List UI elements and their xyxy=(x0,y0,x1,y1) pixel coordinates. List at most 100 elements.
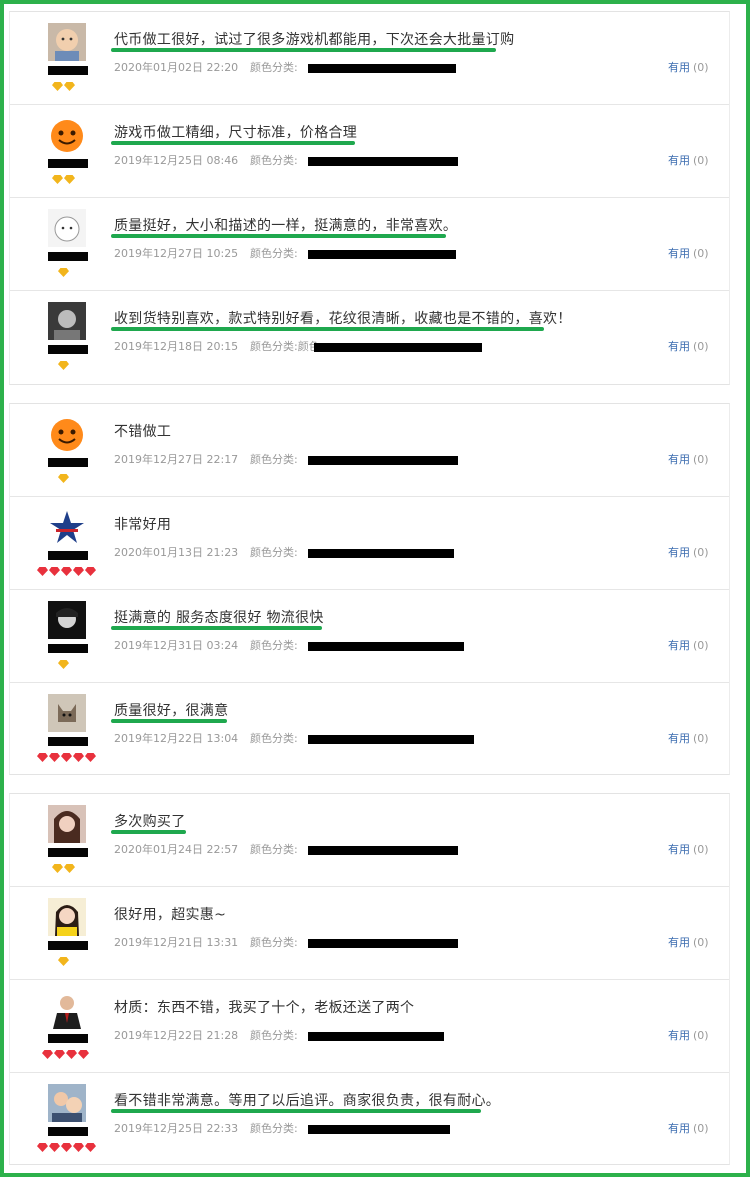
red-diamond-icon xyxy=(49,567,60,576)
useful-label: 有用 xyxy=(668,61,690,74)
useful-button[interactable]: 有用 (0) xyxy=(668,841,709,857)
user-avatar[interactable] xyxy=(48,1084,86,1122)
review-item: 质量挺好，大小和描述的一样，挺满意的，非常喜欢。 2019年12月27日 10:2… xyxy=(10,198,729,291)
useful-button[interactable]: 有用 (0) xyxy=(668,934,709,950)
useful-button[interactable]: 有用 (0) xyxy=(668,730,709,746)
redacted-sku-value xyxy=(308,64,456,73)
sku-label: 颜色分类: xyxy=(250,843,298,856)
useful-count: (0) xyxy=(693,936,709,949)
useful-label: 有用 xyxy=(668,936,690,949)
useful-button[interactable]: 有用 (0) xyxy=(668,338,709,354)
useful-button[interactable]: 有用 (0) xyxy=(668,59,709,75)
useful-button[interactable]: 有用 (0) xyxy=(668,1120,709,1136)
highlight-underline xyxy=(111,327,544,331)
gold-diamond-icon xyxy=(58,660,69,669)
redacted-nickname xyxy=(48,66,88,75)
buyer-level-badges xyxy=(37,1143,96,1153)
sku-label: 颜色分类: xyxy=(250,453,298,466)
review-date: 2019年12月22日 13:04 xyxy=(114,732,239,745)
review-date: 2019年12月27日 10:25 xyxy=(114,247,239,260)
red-diamond-icon xyxy=(49,1143,60,1152)
red-diamond-icon xyxy=(85,753,96,762)
useful-button[interactable]: 有用 (0) xyxy=(668,1027,709,1043)
useful-label: 有用 xyxy=(668,732,690,745)
review-date: 2020年01月24日 22:57 xyxy=(114,843,239,856)
user-avatar[interactable] xyxy=(48,209,86,247)
redacted-sku-value xyxy=(308,456,458,465)
useful-button[interactable]: 有用 (0) xyxy=(668,637,709,653)
user-avatar[interactable] xyxy=(48,116,86,154)
user-avatar[interactable] xyxy=(48,508,86,546)
review-date: 2019年12月21日 13:31 xyxy=(114,936,239,949)
red-diamond-icon xyxy=(37,753,48,762)
buyer-level-badges xyxy=(52,175,75,185)
redacted-nickname xyxy=(48,345,88,354)
redacted-sku-value xyxy=(308,642,464,651)
sku-label: 颜色分类: xyxy=(250,61,298,74)
sku-label: 颜色分类: xyxy=(250,1029,298,1042)
redacted-nickname xyxy=(48,644,88,653)
buyer-level-badges xyxy=(58,660,69,670)
red-diamond-icon xyxy=(73,567,84,576)
user-avatar[interactable] xyxy=(48,694,86,732)
highlight-underline xyxy=(111,830,186,834)
red-diamond-icon xyxy=(73,753,84,762)
review-item: 质量很好，很满意 2019年12月22日 13:04 颜色分类: 有用 (0) xyxy=(10,683,729,776)
buyer-level-badges xyxy=(37,567,96,577)
useful-label: 有用 xyxy=(668,340,690,353)
redacted-sku-value xyxy=(308,250,456,259)
useful-button[interactable]: 有用 (0) xyxy=(668,245,709,261)
review-text: 游戏币做工精细，尺寸标准，价格合理 xyxy=(114,125,358,141)
useful-count: (0) xyxy=(693,843,709,856)
review-text: 质量挺好，大小和描述的一样，挺满意的，非常喜欢。 xyxy=(114,218,458,234)
useful-button[interactable]: 有用 (0) xyxy=(668,544,709,560)
review-date: 2019年12月22日 21:28 xyxy=(114,1029,239,1042)
sku-label: 颜色分类: xyxy=(250,639,298,652)
review-text: 材质：东西不错，我买了十个，老板还送了两个 xyxy=(114,1000,415,1016)
useful-count: (0) xyxy=(693,453,709,466)
gold-diamond-icon xyxy=(58,474,69,483)
useful-count: (0) xyxy=(693,61,709,74)
sku-label: 颜色分类: xyxy=(250,1122,298,1135)
highlight-underline xyxy=(111,48,496,52)
buyer-level-badges xyxy=(52,82,75,92)
sku-label: 颜色分类: xyxy=(250,936,298,949)
user-avatar[interactable] xyxy=(48,805,86,843)
redacted-nickname xyxy=(48,1034,88,1043)
red-diamond-icon xyxy=(73,1143,84,1152)
red-diamond-icon xyxy=(37,567,48,576)
user-avatar[interactable] xyxy=(48,601,86,639)
highlight-underline xyxy=(111,234,446,238)
useful-button[interactable]: 有用 (0) xyxy=(668,152,709,168)
useful-count: (0) xyxy=(693,732,709,745)
red-diamond-icon xyxy=(66,1050,77,1059)
useful-count: (0) xyxy=(693,154,709,167)
review-item: 挺满意的 服务态度很好 物流很快 2019年12月31日 03:24 颜色分类: 有用… xyxy=(10,590,729,683)
redacted-nickname xyxy=(48,737,88,746)
user-avatar[interactable] xyxy=(48,991,86,1029)
user-avatar[interactable] xyxy=(48,415,86,453)
highlight-underline xyxy=(111,141,355,145)
red-diamond-icon xyxy=(61,1143,72,1152)
buyer-level-badges xyxy=(58,957,69,967)
redacted-nickname xyxy=(48,848,88,857)
red-diamond-icon xyxy=(49,753,60,762)
useful-label: 有用 xyxy=(668,154,690,167)
redacted-nickname xyxy=(48,551,88,560)
review-text: 挺满意的 服务态度很好 物流很快 xyxy=(114,610,324,626)
review-text: 代币做工很好，试过了很多游戏机都能用，下次还会大批量订购 xyxy=(114,32,515,48)
redacted-sku-value xyxy=(308,735,474,744)
user-avatar[interactable] xyxy=(48,302,86,340)
user-avatar[interactable] xyxy=(48,898,86,936)
buyer-level-badges xyxy=(58,361,69,371)
redacted-nickname xyxy=(48,159,88,168)
useful-label: 有用 xyxy=(668,1029,690,1042)
sku-label: 颜色分类: xyxy=(250,247,298,260)
useful-button[interactable]: 有用 (0) xyxy=(668,451,709,467)
user-avatar[interactable] xyxy=(48,23,86,61)
useful-count: (0) xyxy=(693,1029,709,1042)
useful-label: 有用 xyxy=(668,247,690,260)
redacted-sku-value xyxy=(308,1032,444,1041)
highlight-underline xyxy=(111,1109,481,1113)
useful-count: (0) xyxy=(693,340,709,353)
